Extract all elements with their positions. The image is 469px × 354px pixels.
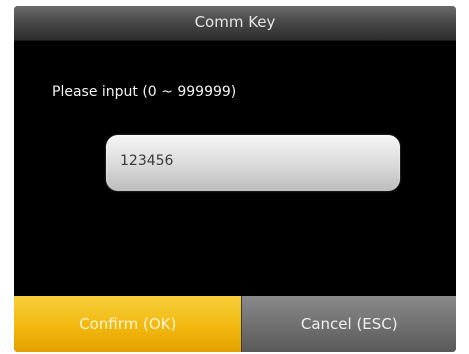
device-screen: Comm Key Please input (0 ~ 999999) 12345…: [14, 6, 456, 352]
title-bar: Comm Key: [14, 6, 456, 41]
cancel-button[interactable]: Cancel (ESC): [241, 296, 456, 352]
confirm-button-label: Confirm (OK): [79, 315, 177, 333]
comm-key-input-value: 123456: [120, 153, 174, 169]
confirm-button[interactable]: Confirm (OK): [14, 296, 242, 352]
dialog-title: Comm Key: [194, 13, 276, 31]
cancel-button-label: Cancel (ESC): [300, 315, 398, 333]
action-bar: Confirm (OK) Cancel (ESC): [14, 296, 456, 352]
device-frame: Comm Key Please input (0 ~ 999999) 12345…: [0, 0, 469, 354]
input-prompt-label: Please input (0 ~ 999999): [52, 84, 237, 100]
comm-key-input[interactable]: 123456: [106, 135, 400, 191]
